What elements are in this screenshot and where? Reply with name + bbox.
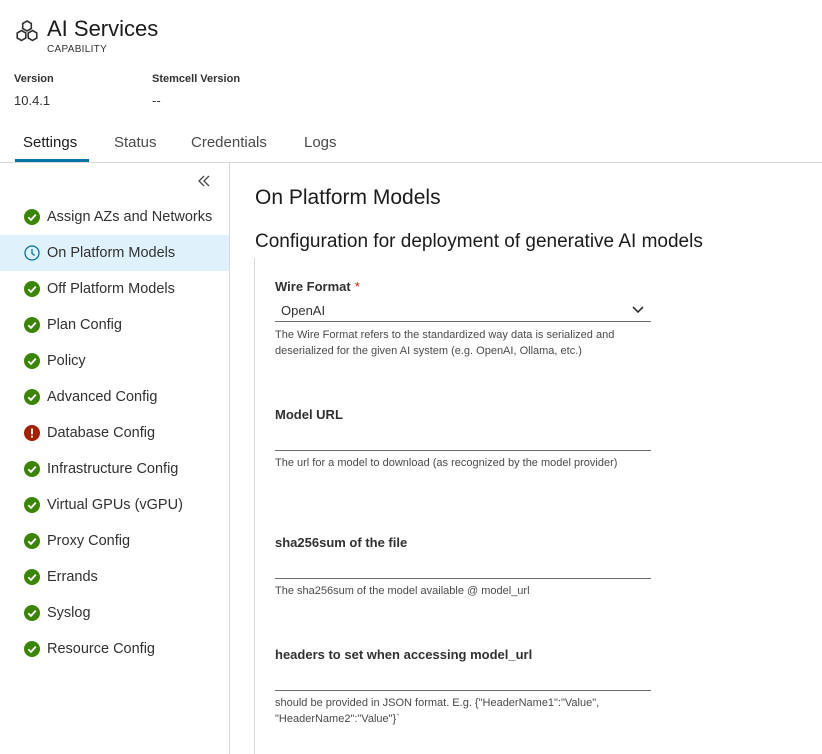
wire-format-select[interactable]: OpenAI bbox=[281, 303, 325, 318]
version-value: 10.4.1 bbox=[14, 93, 51, 108]
version-label: Version bbox=[14, 73, 54, 85]
check-circle-icon bbox=[24, 461, 40, 477]
sidebar-item-label: On Platform Models bbox=[47, 245, 176, 261]
sidebar-item-label: Policy bbox=[47, 353, 86, 369]
check-circle-icon bbox=[24, 389, 40, 405]
section-title: Configuration for deployment of generati… bbox=[255, 231, 703, 252]
clock-icon bbox=[24, 245, 40, 261]
tab-status[interactable]: Status bbox=[114, 134, 157, 162]
check-circle-icon bbox=[24, 353, 40, 369]
model-url-input[interactable] bbox=[275, 450, 651, 451]
check-circle-icon bbox=[24, 209, 40, 225]
sidebar-item-label: Assign AZs and Networks bbox=[47, 209, 213, 225]
sidebar-item-errands[interactable]: Errands bbox=[0, 559, 229, 595]
wire-format-label: Wire Format * bbox=[275, 279, 360, 294]
wire-format-label-text: Wire Format bbox=[275, 279, 351, 294]
version-info: Version 10.4.1 bbox=[14, 73, 54, 108]
page-title: On Platform Models bbox=[255, 186, 441, 209]
stemcell-value: -- bbox=[152, 93, 161, 108]
sidebar-item-label: Syslog bbox=[47, 605, 91, 621]
chevron-down-icon[interactable] bbox=[632, 305, 644, 315]
model-url-help: The url for a model to download (as reco… bbox=[275, 457, 618, 469]
app-subtitle: CAPABILITY bbox=[47, 44, 108, 55]
sidebar-item-label: Resource Config bbox=[47, 641, 155, 657]
sha256sum-label: sha256sum of the file bbox=[275, 535, 408, 550]
sidebar-item-virtual-gpus-vgpu[interactable]: Virtual GPUs (vGPU) bbox=[0, 487, 229, 523]
tab-logs[interactable]: Logs bbox=[304, 134, 337, 162]
sha256sum-input[interactable] bbox=[275, 578, 651, 579]
sidebar-item-plan-config[interactable]: Plan Config bbox=[0, 307, 229, 343]
stemcell-label: Stemcell Version bbox=[152, 73, 241, 85]
sidebar-item-assign-azs-and-networks[interactable]: Assign AZs and Networks bbox=[0, 199, 229, 235]
check-circle-icon bbox=[24, 497, 40, 513]
sidebar-item-label: Advanced Config bbox=[47, 389, 158, 405]
app-title: AI Services bbox=[47, 16, 159, 41]
wire-format-underline bbox=[275, 321, 651, 322]
check-circle-icon bbox=[24, 281, 40, 297]
check-circle-icon bbox=[24, 569, 40, 585]
sidebar-item-policy[interactable]: Policy bbox=[0, 343, 229, 379]
sidebar: Assign AZs and Networks On Platform Model… bbox=[0, 163, 230, 754]
check-circle-icon bbox=[24, 533, 40, 549]
headers-label: headers to set when accessing model_url bbox=[275, 647, 533, 662]
sidebar-item-label: Plan Config bbox=[47, 317, 122, 333]
headers-input[interactable] bbox=[275, 690, 651, 691]
sidebar-item-resource-config[interactable]: Resource Config bbox=[0, 631, 229, 667]
sidebar-item-label: Off Platform Models bbox=[47, 281, 175, 297]
tab-settings[interactable]: Settings bbox=[23, 134, 77, 162]
sidebar-item-advanced-config[interactable]: Advanced Config bbox=[0, 379, 229, 415]
sidebar-item-label: Errands bbox=[47, 569, 98, 585]
sidebar-item-syslog[interactable]: Syslog bbox=[0, 595, 229, 631]
sidebar-item-label: Infrastructure Config bbox=[47, 461, 179, 477]
check-circle-icon bbox=[24, 605, 40, 621]
sidebar-item-proxy-config[interactable]: Proxy Config bbox=[0, 523, 229, 559]
error-circle-icon bbox=[24, 425, 40, 441]
sidebar-item-infrastructure-config[interactable]: Infrastructure Config bbox=[0, 451, 229, 487]
check-circle-icon bbox=[24, 317, 40, 333]
wire-format-help: The Wire Format refers to the standardiz… bbox=[275, 329, 615, 357]
tab-bar: Settings Status Credentials Logs bbox=[0, 131, 822, 163]
sidebar-item-label: Virtual GPUs (vGPU) bbox=[47, 497, 183, 513]
tab-credentials[interactable]: Credentials bbox=[191, 134, 267, 162]
stemcell-info: Stemcell Version -- bbox=[152, 73, 240, 108]
active-tab-indicator bbox=[15, 159, 89, 162]
sidebar-item-database-config[interactable]: Database Config bbox=[0, 415, 229, 451]
check-circle-icon bbox=[24, 641, 40, 657]
double-chevron-left-icon[interactable] bbox=[196, 173, 212, 189]
required-marker: * bbox=[354, 279, 360, 294]
model-url-label: Model URL bbox=[275, 407, 343, 422]
sha256sum-help: The sha256sum of the model available @ m… bbox=[275, 585, 530, 597]
sidebar-item-off-platform-models[interactable]: Off Platform Models bbox=[0, 271, 229, 307]
sidebar-item-label: Proxy Config bbox=[47, 533, 131, 549]
headers-help: should be provided in JSON format. E.g. … bbox=[275, 697, 600, 725]
sidebar-item-label: Database Config bbox=[47, 425, 156, 441]
hexagon-cluster-icon bbox=[16, 20, 38, 42]
sidebar-item-on-platform-models[interactable]: On Platform Models bbox=[0, 235, 229, 271]
